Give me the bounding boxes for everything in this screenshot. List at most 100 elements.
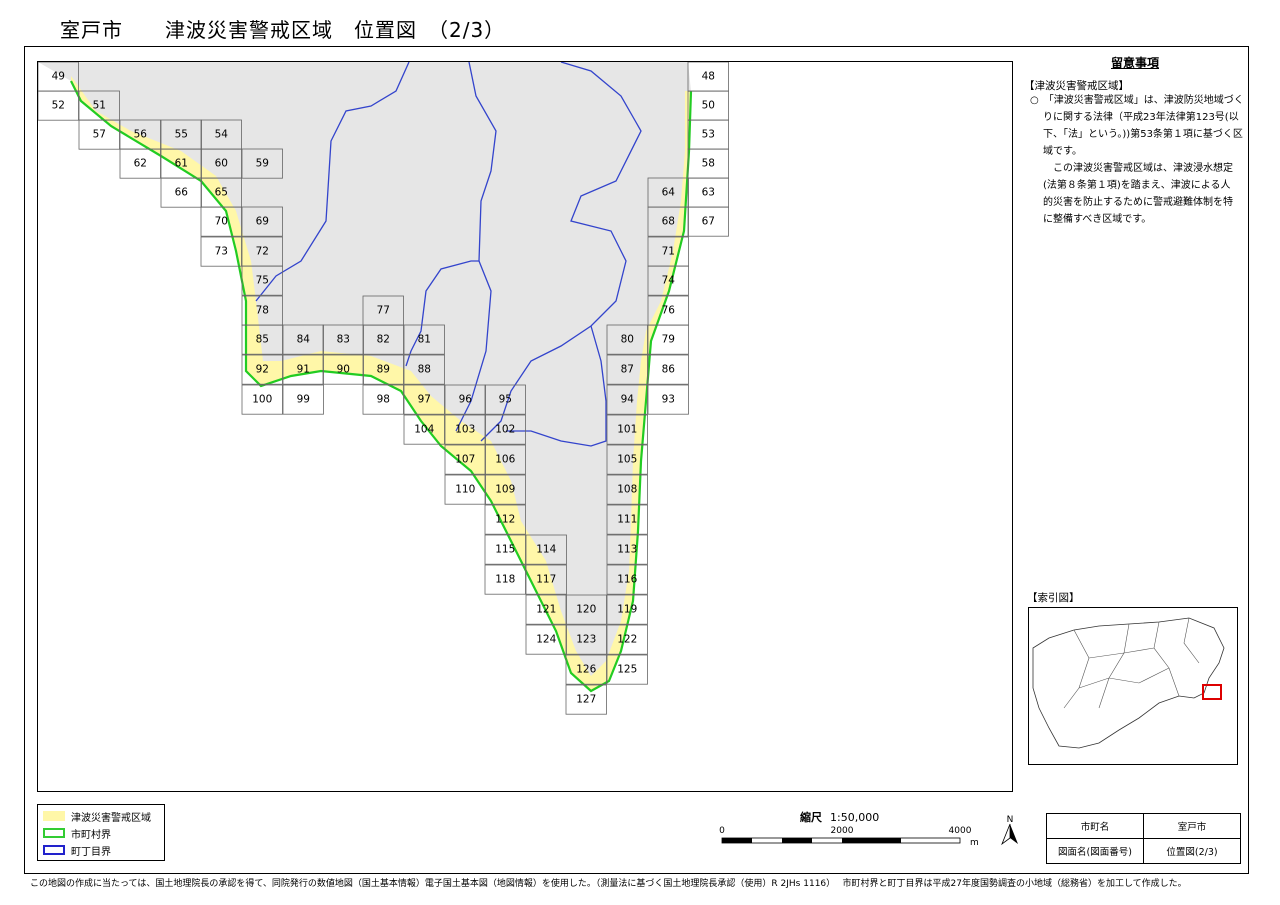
map-sheet-tile[interactable]: 62: [119, 148, 161, 179]
map-sheet-number: 127: [576, 694, 596, 706]
map-sheet-number: 52: [52, 100, 65, 112]
map-sheet-number: 81: [418, 334, 431, 346]
map-sheet-number: 117: [536, 574, 556, 586]
map-sheet-number: 78: [256, 305, 269, 317]
map-sheet-number: 57: [93, 129, 106, 141]
prefecture-outline: [1032, 617, 1225, 749]
map-canvas: 49 52 51 57 56 55 54 62 61 60 59 66 65 70 69 73 72 75 78 77…: [38, 62, 729, 715]
map-sheet-number: 55: [175, 129, 188, 141]
map-sheet-number: 98: [377, 394, 390, 406]
map-sheet-number: 111: [617, 514, 637, 526]
map-sheet-number: 75: [256, 275, 269, 287]
land-area: [38, 62, 691, 691]
map-sheet-number: 56: [134, 129, 148, 141]
map-sheet-number: 59: [256, 158, 269, 170]
scale-tick-2000: 2000: [831, 826, 854, 836]
map-sheet-tile[interactable]: 53: [687, 119, 729, 150]
scale-ratio: 1:50,000: [830, 811, 880, 824]
map-sheet-number: 107: [455, 454, 475, 466]
map-sheet-number: 62: [134, 158, 147, 170]
map-sheet-tile[interactable]: 67: [687, 206, 729, 237]
map-sheet-number: 66: [175, 187, 189, 199]
map-sheet-number: 83: [337, 334, 350, 346]
scale-title: 縮尺 1:50,000: [800, 809, 879, 825]
map-sheet-tile[interactable]: 48: [687, 62, 729, 92]
map-sheet-tile[interactable]: 99: [282, 384, 324, 415]
map-sheet-number: 94: [621, 394, 635, 406]
map-sheet-tile[interactable]: 52: [38, 90, 79, 121]
map-sheet-number: 69: [256, 216, 269, 228]
sheet-value: 位置図(2/3): [1143, 838, 1241, 864]
sheet-info-table: 市町名 室戸市 図面名(図面番号) 位置図(2/3): [1046, 813, 1241, 864]
map-sheet-number: 70: [215, 216, 228, 228]
legend-item-town-boundary: 町丁目界: [43, 843, 111, 858]
footnote: この地図の作成に当たっては、国土地理院長の承認を得て、同院発行の数値地図（国土基…: [30, 879, 1187, 889]
map-sheet-number: 90: [337, 364, 350, 376]
map-sheet-number: 112: [495, 514, 515, 526]
scale-tick-0: 0: [719, 826, 725, 836]
map-sheet-number: 60: [215, 158, 228, 170]
north-arrow-icon: N: [1001, 815, 1018, 846]
legend-item-tsunami-zone: 津波災害警戒区域: [43, 809, 151, 824]
map-sheet-number: 51: [93, 100, 106, 112]
map-sheet-number: 76: [662, 305, 676, 317]
map-sheet-number: 73: [215, 246, 228, 258]
scale-tick-4000: 4000: [949, 826, 972, 836]
map-sheet-tile[interactable]: 63: [687, 177, 729, 208]
map-sheet-number: 105: [617, 454, 637, 466]
map-sheet-tile[interactable]: 58: [687, 148, 729, 179]
scale-bar: 0 2000 4000 m: [719, 826, 979, 848]
notes-section-heading: 【津波災害警戒区域】: [1024, 80, 1129, 92]
map-sheet-tile[interactable]: 100: [241, 384, 283, 415]
map-sheet-number: 113: [617, 544, 637, 556]
legend-swatch: [43, 828, 65, 838]
notes-title: 留意事項: [1110, 56, 1159, 70]
map-sheet-number: 99: [297, 394, 310, 406]
map-sheet-number: 79: [662, 334, 675, 346]
map-sheet-number: 124: [536, 634, 556, 646]
map-sheet-number: 64: [662, 187, 676, 199]
sheet-label: 図面名(図面番号): [1046, 838, 1144, 864]
map-sheet-number: 48: [702, 71, 715, 83]
map-sheet-tile[interactable]: 86: [647, 354, 689, 385]
map-sheet-number: 72: [256, 246, 269, 258]
map-sheet-tile[interactable]: 50: [687, 90, 729, 121]
north-label: N: [1007, 815, 1014, 825]
map-sheet-number: 110: [455, 484, 475, 496]
map-sheet-number: 115: [495, 544, 515, 556]
map-sheet-number: 58: [702, 158, 715, 170]
map-sheet-number: 125: [617, 664, 637, 676]
map-sheet-number: 116: [617, 574, 637, 586]
map-sheet-number: 61: [175, 158, 188, 170]
index-map-title: 【索引図】: [1027, 592, 1080, 604]
map-sheet-number: 93: [662, 394, 675, 406]
map-sheet-number: 104: [414, 424, 434, 436]
map-sheet-number: 88: [418, 364, 431, 376]
map-sheet-number: 118: [495, 574, 515, 586]
map-sheet-number: 95: [499, 394, 512, 406]
map-sheet-number: 92: [256, 364, 269, 376]
map-sheet-number: 100: [252, 394, 272, 406]
map-sheet-number: 63: [702, 187, 715, 199]
map-sheet-number: 71: [662, 246, 675, 258]
map-sheet-number: 114: [536, 544, 556, 556]
notes-paragraph-2: この津波災害警戒区域は、津波浸水想定(法第８条第１項)を踏まえ、津波による人的災…: [1043, 163, 1233, 225]
map-sheet-tile[interactable]: 127: [565, 684, 607, 715]
main-map[interactable]: 49 52 51 57 56 55 54 62 61 60 59 66 65 70 69 73 72 75 78 77…: [37, 61, 1013, 792]
map-sheet-number: 101: [617, 424, 637, 436]
map-sheet-tile[interactable]: 66: [160, 177, 202, 208]
map-sheet-number: 85: [256, 334, 269, 346]
map-sheet-number: 87: [621, 364, 634, 376]
index-map[interactable]: [1028, 607, 1238, 765]
map-sheet-number: 84: [297, 334, 311, 346]
legend-label: 市町村界: [71, 829, 111, 841]
map-sheet-number: 108: [617, 484, 637, 496]
map-sheet-number: 106: [495, 454, 515, 466]
map-sheet-tile[interactable]: 93: [647, 384, 689, 415]
map-sheet-number: 96: [459, 394, 473, 406]
index-map-canvas: [1032, 617, 1225, 749]
map-sheet-number: 103: [455, 424, 475, 436]
notes-paragraph-1: ○ 「津波災害警戒区域」は、津波防災地域づくりに関する法律（平成23年法律第12…: [1030, 95, 1244, 157]
map-sheet-tile[interactable]: 118: [484, 564, 526, 595]
city-value: 室戸市: [1143, 813, 1241, 839]
